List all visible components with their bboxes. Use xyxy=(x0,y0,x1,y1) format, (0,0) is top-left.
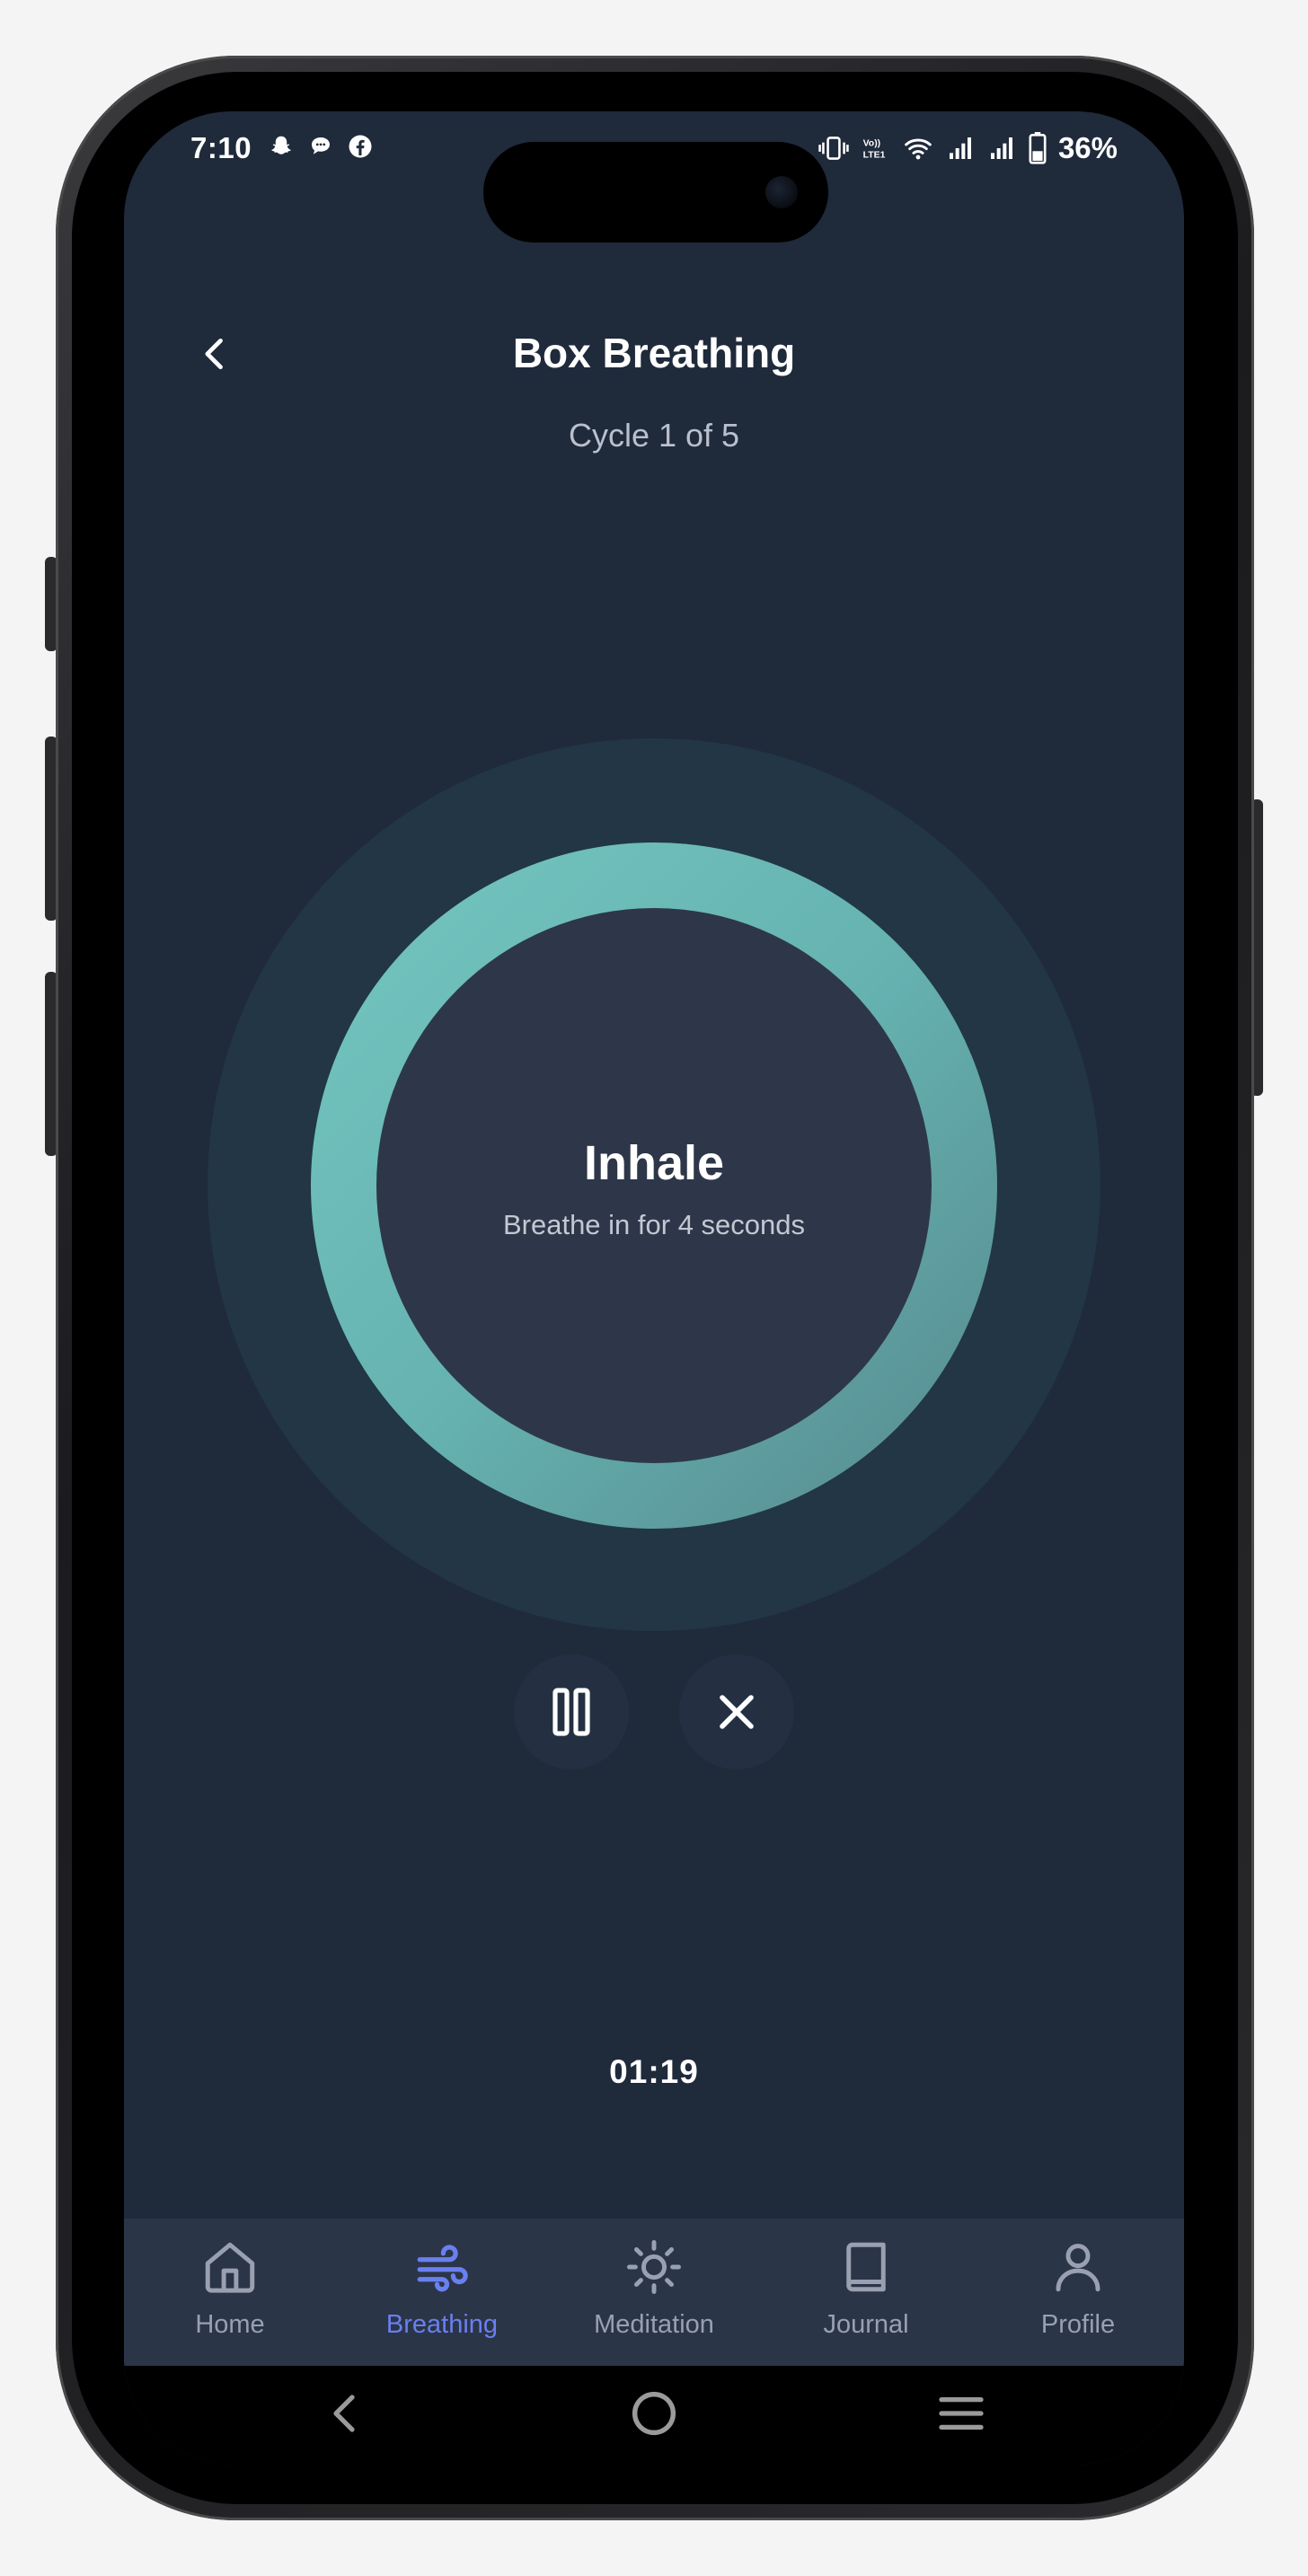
system-home-button[interactable] xyxy=(618,2382,690,2445)
tab-home[interactable]: Home xyxy=(124,2219,336,2366)
user-icon xyxy=(1056,2244,1100,2292)
system-back-button[interactable] xyxy=(309,2382,381,2445)
bottom-tab-bar: Home Breathing Meditation Journal Profil… xyxy=(124,2219,1184,2366)
dynamic-island xyxy=(483,142,828,243)
tab-breathing[interactable]: Breathing xyxy=(336,2219,548,2366)
signal-icon xyxy=(990,137,1012,159)
battery-icon xyxy=(1029,132,1047,164)
cycle-counter: Cycle 1 of 5 xyxy=(568,417,740,454)
phase-label: Inhale xyxy=(583,1136,725,1190)
screen: 7:10 Vo)) LTE1 36% Box Breathing Cycle 1… xyxy=(124,111,1184,2465)
tab-journal[interactable]: Journal xyxy=(760,2219,972,2366)
pause-icon xyxy=(552,1688,590,1736)
phase-instruction: Breathe in for 4 seconds xyxy=(502,1209,806,1240)
session-timer: 01:19 xyxy=(609,2053,699,2090)
volte-icon: Vo)) LTE1 xyxy=(863,138,886,160)
tab-label-journal: Journal xyxy=(823,2310,909,2339)
tab-meditation[interactable]: Meditation xyxy=(548,2219,760,2366)
front-camera xyxy=(765,176,798,208)
header: Box Breathing xyxy=(124,318,1184,390)
tab-label-profile: Profile xyxy=(1040,2310,1116,2339)
system-status-icons: Vo)) LTE1 36% xyxy=(818,131,1118,165)
nav-back-icon xyxy=(333,2395,355,2432)
tab-label-home: Home xyxy=(195,2310,265,2339)
system-nav-bar xyxy=(124,2366,1184,2465)
page-title: Box Breathing xyxy=(512,330,796,376)
close-icon xyxy=(720,1695,754,1729)
status-time: 7:10 xyxy=(190,131,252,164)
tab-label-breathing: Breathing xyxy=(385,2310,499,2339)
svg-text:Vo)): Vo)) xyxy=(863,138,881,148)
chat-bubble-icon xyxy=(312,137,330,154)
pause-button[interactable] xyxy=(514,1654,629,1769)
stop-button[interactable] xyxy=(679,1654,794,1769)
facebook-icon xyxy=(349,135,372,158)
battery-percent: 36% xyxy=(1057,131,1118,164)
tab-label-meditation: Meditation xyxy=(594,2310,714,2339)
system-recents-button[interactable] xyxy=(925,2382,997,2445)
sun-icon xyxy=(627,2240,681,2294)
wind-icon xyxy=(417,2245,468,2292)
notification-icons xyxy=(268,133,374,160)
signal-icon xyxy=(949,137,971,159)
tab-profile[interactable]: Profile xyxy=(972,2219,1184,2366)
wifi-icon xyxy=(905,138,932,160)
chevron-left-icon xyxy=(205,338,223,370)
home-icon xyxy=(205,2242,255,2293)
snapchat-icon xyxy=(271,136,291,154)
nav-menu-icon xyxy=(939,2396,984,2430)
vibrate-icon xyxy=(818,137,849,160)
back-button[interactable] xyxy=(189,327,243,381)
device-stage: 7:10 Vo)) LTE1 36% Box Breathing Cycle 1… xyxy=(0,0,1308,2576)
book-icon xyxy=(846,2242,886,2292)
svg-text:LTE1: LTE1 xyxy=(863,150,886,160)
nav-home-icon xyxy=(632,2391,676,2436)
